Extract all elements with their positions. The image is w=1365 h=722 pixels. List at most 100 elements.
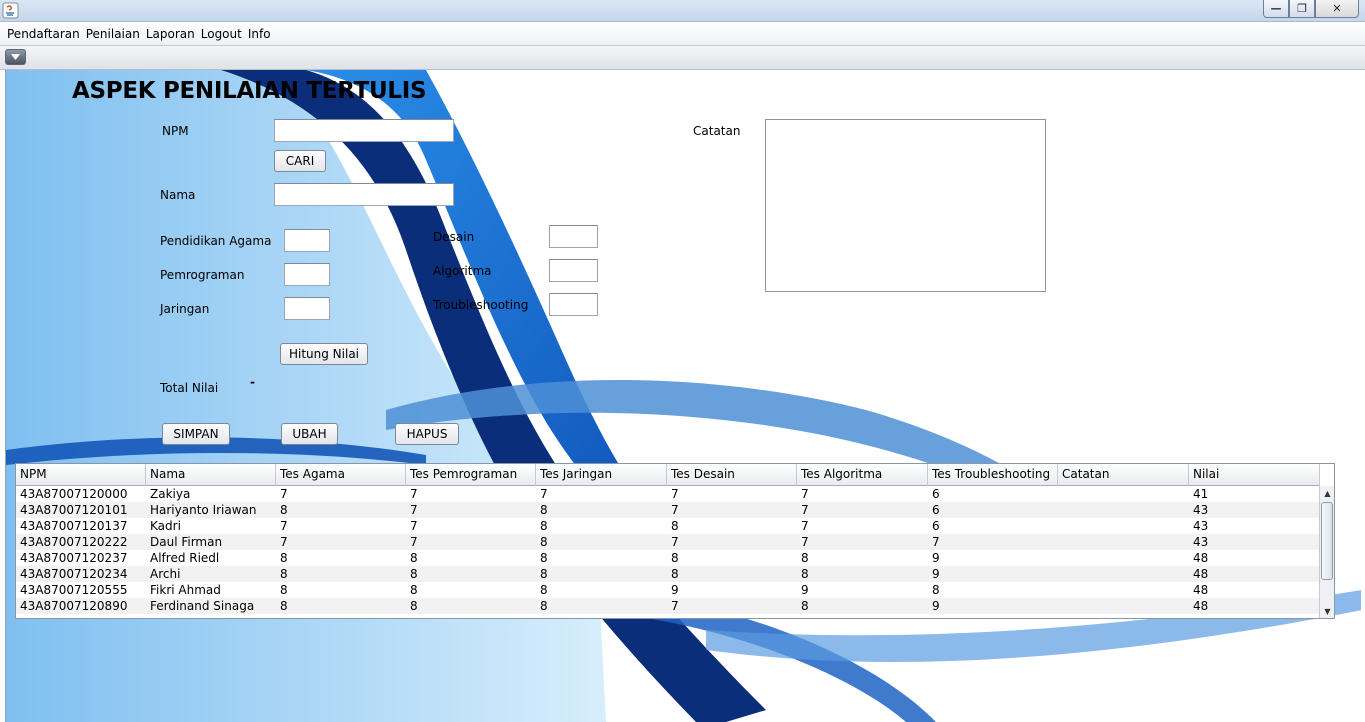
algoritma-input[interactable]: [549, 259, 598, 282]
table-row[interactable]: 43A87007120137 Kadri 7 7 8 8 7 6 43: [16, 518, 1320, 534]
troubleshooting-label: Troubleshooting: [433, 298, 529, 312]
pemrograman-label: Pemrograman: [160, 268, 245, 282]
table-row[interactable]: 43A87007120555 Fikri Ahmad 8 8 8 9 9 8 48: [16, 582, 1320, 598]
column-header-tes-algoritma[interactable]: Tes Algoritma: [797, 464, 928, 486]
minimize-icon: —: [1270, 2, 1282, 15]
cell-tes-algoritma: 7: [801, 519, 809, 533]
cell-nama: Daul Firman: [150, 535, 223, 549]
column-header-npm[interactable]: NPM: [16, 464, 146, 486]
hitung-nilai-button[interactable]: Hitung Nilai: [280, 343, 368, 365]
window-titlebar: — ❐ ✕: [0, 0, 1365, 22]
maximize-button[interactable]: ❐: [1289, 0, 1315, 18]
cell-nilai: 43: [1193, 503, 1209, 517]
cell-tes-agama: 8: [280, 551, 288, 565]
cell-tes-jaringan: 8: [540, 583, 548, 597]
java-app-icon: [2, 2, 19, 19]
ubah-button[interactable]: UBAH: [281, 423, 338, 445]
menu-pendaftaran[interactable]: Pendaftaran: [4, 27, 83, 41]
cell-tes-troubleshooting: 8: [932, 583, 940, 597]
maximize-icon: ❐: [1297, 2, 1307, 15]
cell-catatan: [1058, 582, 1189, 598]
table-scrollbar[interactable]: ▲ ▼: [1319, 486, 1334, 618]
menu-laporan[interactable]: Laporan: [143, 27, 198, 41]
menu-logout[interactable]: Logout: [198, 27, 245, 41]
nama-input[interactable]: [274, 183, 454, 206]
column-header-tes-desain[interactable]: Tes Desain: [667, 464, 797, 486]
scroll-down-icon[interactable]: ▼: [1321, 604, 1334, 618]
table-row[interactable]: 43A87007120222 Daul Firman 7 7 8 7 7 7 43: [16, 534, 1320, 550]
column-header-tes-jaringan[interactable]: Tes Jaringan: [536, 464, 667, 486]
cell-nilai: 48: [1193, 599, 1209, 613]
cell-tes-troubleshooting: 6: [932, 519, 940, 533]
cell-tes-jaringan: 8: [540, 567, 548, 581]
cell-nilai: 48: [1193, 567, 1209, 581]
cell-tes-troubleshooting: 9: [932, 567, 940, 581]
table-header: NPM Nama Tes Agama Tes Pemrograman Tes J…: [16, 464, 1320, 486]
cell-nilai: 43: [1193, 519, 1209, 533]
algoritma-label: Algoritma: [433, 264, 492, 278]
nama-label: Nama: [160, 188, 196, 202]
cell-npm: 43A87007120101: [20, 503, 128, 517]
table-row[interactable]: 43A87007120234 Archi 8 8 8 8 8 9 48: [16, 566, 1320, 582]
cell-npm: 43A87007120137: [20, 519, 128, 533]
column-header-nilai[interactable]: Nilai: [1189, 464, 1320, 486]
cell-catatan: [1058, 550, 1189, 566]
catatan-textarea[interactable]: [765, 119, 1046, 292]
scroll-up-icon[interactable]: ▲: [1321, 486, 1334, 500]
cell-nilai: 41: [1193, 487, 1209, 501]
table-row[interactable]: 43A87007120101 Hariyanto Iriawan 8 7 8 7 7 6 43: [16, 502, 1320, 518]
close-button[interactable]: ✕: [1315, 0, 1359, 18]
cell-tes-pemrograman: 7: [410, 519, 418, 533]
cell-tes-desain: 7: [671, 487, 679, 501]
cell-nama: Fikri Ahmad: [150, 583, 221, 597]
cell-tes-algoritma: 8: [801, 567, 809, 581]
table-row[interactable]: 43A87007120890 Ferdinand Sinaga 8 8 8 7 8 9 48: [16, 598, 1320, 614]
cell-npm: 43A87007120000: [20, 487, 128, 501]
menu-info[interactable]: Info: [245, 27, 274, 41]
simpan-button[interactable]: SIMPAN: [162, 423, 230, 445]
cell-tes-jaringan: 8: [540, 551, 548, 565]
troubleshooting-input[interactable]: [549, 293, 598, 316]
column-header-tes-troubleshooting[interactable]: Tes Troubleshooting: [928, 464, 1058, 486]
cell-tes-pemrograman: 8: [410, 599, 418, 613]
background-swoosh-image: [6, 70, 1361, 722]
cell-nilai: 48: [1193, 551, 1209, 565]
cell-tes-jaringan: 8: [540, 599, 548, 613]
pemrograman-input[interactable]: [284, 263, 330, 286]
cell-tes-pemrograman: 8: [410, 551, 418, 565]
cell-tes-agama: 7: [280, 535, 288, 549]
cari-button[interactable]: CARI: [274, 150, 326, 172]
desain-label: Desain: [433, 230, 475, 244]
cell-tes-agama: 8: [280, 503, 288, 517]
column-header-catatan[interactable]: Catatan: [1058, 464, 1189, 486]
column-header-nama[interactable]: Nama: [146, 464, 276, 486]
scrollbar-thumb[interactable]: [1321, 502, 1333, 580]
chevron-down-icon: [11, 54, 20, 60]
cell-catatan: [1058, 566, 1189, 582]
cell-catatan: [1058, 502, 1189, 518]
hapus-button[interactable]: HAPUS: [395, 423, 459, 445]
cell-npm: 43A87007120237: [20, 551, 128, 565]
agama-input[interactable]: [284, 229, 330, 252]
cell-tes-agama: 8: [280, 583, 288, 597]
nilai-table[interactable]: NPM Nama Tes Agama Tes Pemrograman Tes J…: [15, 463, 1335, 619]
table-row[interactable]: 43A87007120237 Alfred Riedl 8 8 8 8 8 9 48: [16, 550, 1320, 566]
desain-input[interactable]: [549, 225, 598, 248]
cell-tes-algoritma: 9: [801, 583, 809, 597]
table-row[interactable]: 43A87007120000 Zakiya 7 7 7 7 7 6 41: [16, 486, 1320, 502]
column-header-tes-pemrograman[interactable]: Tes Pemrograman: [406, 464, 536, 486]
jaringan-input[interactable]: [284, 297, 330, 320]
content-panel: ASPEK PENILAIAN TERTULIS NPM CARI Nama P…: [5, 70, 1361, 722]
frame-menu-button[interactable]: [5, 49, 26, 65]
npm-input[interactable]: [274, 119, 454, 142]
cell-tes-agama: 8: [280, 599, 288, 613]
menu-penilaian[interactable]: Penilaian: [83, 27, 143, 41]
minimize-button[interactable]: —: [1263, 0, 1289, 18]
cell-tes-agama: 7: [280, 487, 288, 501]
cell-nama: Archi: [150, 567, 181, 581]
cell-tes-pemrograman: 7: [410, 535, 418, 549]
cell-tes-troubleshooting: 9: [932, 599, 940, 613]
cell-nama: Ferdinand Sinaga: [150, 599, 255, 613]
column-header-tes-agama[interactable]: Tes Agama: [276, 464, 406, 486]
cell-nilai: 48: [1193, 583, 1209, 597]
